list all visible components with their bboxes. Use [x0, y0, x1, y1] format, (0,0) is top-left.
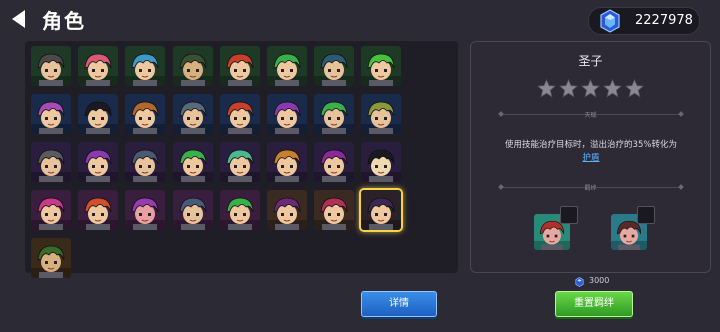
character-slot[interactable]: [31, 46, 71, 86]
character-portrait: [31, 142, 71, 182]
character-slot[interactable]: [125, 190, 166, 230]
character-portrait: [78, 190, 119, 230]
character-slot[interactable]: [78, 94, 119, 134]
character-slot[interactable]: [31, 142, 71, 182]
character-slot[interactable]: [31, 190, 71, 230]
character-slot[interactable]: [31, 238, 71, 278]
character-portrait: [31, 190, 71, 230]
character-slot[interactable]: [78, 190, 119, 230]
character-portrait: [172, 142, 213, 182]
character-slot[interactable]: [172, 190, 213, 230]
character-portrait: [361, 142, 402, 182]
character-portrait: [361, 46, 402, 86]
character-portrait: [361, 94, 402, 134]
character-portrait: [125, 190, 166, 230]
character-slot[interactable]: [125, 142, 166, 182]
character-slot[interactable]: [172, 94, 213, 134]
character-portrait: [172, 46, 213, 86]
character-slot[interactable]: [172, 142, 213, 182]
back-arrow-icon[interactable]: [12, 10, 25, 28]
character-slot[interactable]: [125, 46, 166, 86]
character-portrait: [267, 190, 307, 230]
gem-icon: [600, 9, 620, 33]
character-name: 圣子: [578, 54, 603, 68]
character-portrait: [314, 46, 355, 86]
character-portrait: [267, 142, 307, 182]
character-portrait: [267, 46, 307, 86]
character-slot[interactable]: [78, 46, 119, 86]
character-slot[interactable]: [361, 142, 402, 182]
character-portrait: [31, 46, 71, 86]
bond-slot-badge: [560, 206, 578, 224]
character-slot[interactable]: [219, 46, 260, 86]
character-portrait: [31, 238, 71, 278]
character-portrait: [219, 190, 260, 230]
character-portrait: [267, 94, 307, 134]
bond-slot-badge: [637, 206, 655, 224]
bond-section-label: 羁绊: [584, 185, 597, 192]
character-portrait: [219, 142, 260, 182]
character-slot[interactable]: [125, 94, 166, 134]
character-slot[interactable]: [31, 94, 71, 134]
title-bar: 角色 2227978: [0, 0, 720, 40]
character-slot[interactable]: [314, 46, 355, 86]
star-icon: [559, 79, 578, 98]
star-icon: [581, 79, 600, 98]
character-portrait: [31, 94, 71, 134]
currency-value: 2227978: [635, 13, 693, 28]
character-portrait: [125, 46, 166, 86]
star-icon: [537, 79, 556, 98]
page-title: 角色: [42, 9, 86, 33]
character-portrait: [219, 46, 260, 86]
character-portrait: [314, 142, 355, 182]
character-slot[interactable]: [219, 190, 260, 230]
character-portrait: [78, 94, 119, 134]
character-portrait: [314, 94, 355, 134]
shield-link[interactable]: 护盾: [582, 153, 599, 163]
character-slot[interactable]: [314, 142, 355, 182]
character-slot[interactable]: [361, 46, 402, 86]
character-slot[interactable]: [267, 94, 307, 134]
character-portrait: [78, 142, 119, 182]
character-portrait: [172, 94, 213, 134]
character-slot[interactable]: [172, 46, 213, 86]
cost-value: 3000: [589, 276, 610, 285]
character-slot[interactable]: [78, 142, 119, 182]
character-portrait: [314, 190, 355, 230]
star-icon: [625, 79, 644, 98]
reset-bond-button[interactable]: 重置羁绊: [555, 291, 633, 317]
currency-display: 2227978: [588, 7, 700, 35]
skill-description-text: 使用技能治疗目标时，溢出治疗的35%转化为: [505, 140, 677, 150]
character-slot-selected[interactable]: [361, 190, 402, 230]
star-icon: [603, 79, 622, 98]
character-slot[interactable]: [314, 190, 355, 230]
character-slot[interactable]: [267, 190, 307, 230]
character-slot[interactable]: [361, 94, 402, 134]
character-grid: [25, 41, 458, 278]
character-slot[interactable]: [267, 142, 307, 182]
gem-icon: [575, 277, 584, 287]
character-slot[interactable]: [219, 94, 260, 134]
character-portrait: [361, 190, 402, 230]
detail-button[interactable]: 详情: [361, 291, 437, 317]
character-portrait: [78, 46, 119, 86]
character-portrait: [219, 94, 260, 134]
character-slot[interactable]: [314, 94, 355, 134]
character-slot[interactable]: [219, 142, 260, 182]
character-slot[interactable]: [267, 46, 307, 86]
character-portrait: [125, 142, 166, 182]
character-detail-panel: 圣子 天赋 使用技能治疗目标时，溢出治疗的35%转化为护盾 羁绊: [470, 41, 711, 273]
skill-description: 使用技能治疗目标时，溢出治疗的35%转化为护盾: [501, 139, 681, 165]
skill-section-label: 天赋: [584, 112, 597, 119]
character-portrait: [125, 94, 166, 134]
star-rating: [537, 79, 647, 99]
character-portrait: [172, 190, 213, 230]
